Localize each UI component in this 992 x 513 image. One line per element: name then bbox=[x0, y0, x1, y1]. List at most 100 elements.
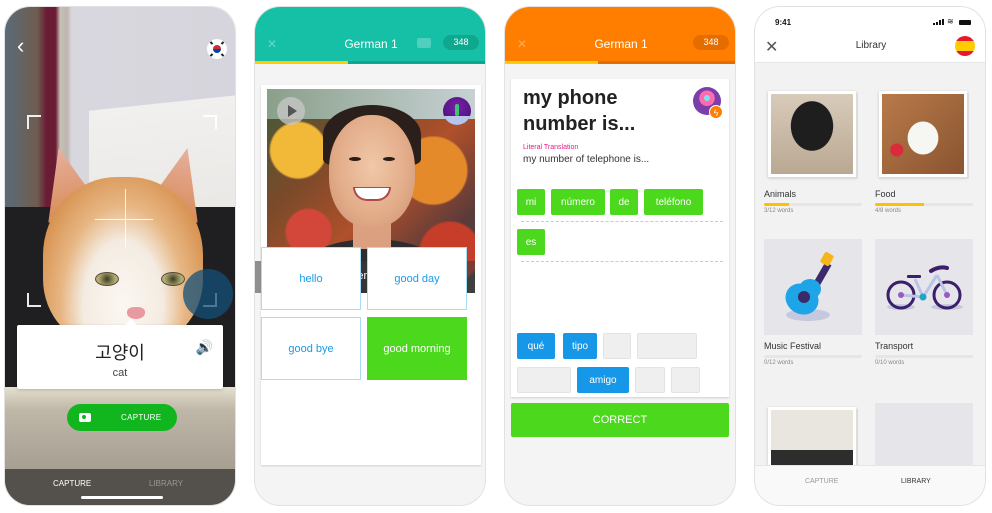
photo-frame bbox=[768, 91, 856, 177]
wifi-icon: ≋ bbox=[947, 17, 954, 26]
lesson-progress-fill bbox=[505, 61, 598, 64]
category-tile[interactable]: Food 4/8 words bbox=[875, 87, 973, 214]
cat-eye bbox=[95, 272, 119, 286]
battery-icon bbox=[959, 20, 971, 25]
word-bank-slot-empty bbox=[603, 333, 631, 359]
status-time: 9:41 bbox=[775, 18, 792, 27]
milk-photo bbox=[882, 94, 964, 174]
category-word-count: 0/12 words bbox=[764, 360, 794, 366]
keyboard-icon[interactable] bbox=[417, 38, 431, 48]
answer-label: good day bbox=[394, 272, 440, 285]
answer-label: hello bbox=[299, 272, 323, 285]
answer-label: good morning bbox=[383, 342, 451, 355]
category-tile[interactable]: Animals 3/12 words bbox=[764, 87, 862, 214]
status-bar: 9:41 ≋ bbox=[755, 7, 985, 33]
crosshair-icon bbox=[95, 219, 153, 220]
trigram-marks bbox=[209, 41, 225, 57]
category-progress-fill bbox=[875, 203, 924, 206]
category-image bbox=[875, 87, 973, 183]
literal-translation-text: my number of telephone is... bbox=[523, 154, 650, 165]
trigram bbox=[220, 41, 225, 45]
cat-nose bbox=[127, 307, 145, 319]
word-bank-chip[interactable]: amigo bbox=[577, 367, 629, 393]
chevron-left-icon[interactable]: ‹ bbox=[17, 35, 24, 57]
tab-capture[interactable]: CAPTURE bbox=[53, 479, 91, 488]
category-word-count: 4/8 words bbox=[875, 208, 902, 214]
tab-library[interactable]: LIBRARY bbox=[149, 479, 183, 488]
lesson-progress-bar bbox=[505, 61, 735, 64]
capture-screen: ‹ 고양이 cat 🔊 CAPTURE CAPTURE LIBRARY bbox=[4, 6, 236, 506]
focus-indicator bbox=[183, 269, 233, 319]
pug-photo bbox=[771, 94, 853, 174]
answer-chip[interactable]: mi bbox=[517, 189, 545, 215]
word-bank-chip[interactable]: tipo bbox=[563, 333, 597, 359]
tab-bar: CAPTURE LIBRARY bbox=[755, 465, 985, 505]
answer-label: good bye bbox=[288, 342, 334, 355]
word-bank-slot-empty bbox=[635, 367, 665, 393]
spain-flag-icon[interactable] bbox=[955, 36, 975, 56]
badge-figure bbox=[455, 104, 459, 116]
cat-head bbox=[43, 177, 203, 347]
word-bank-chip[interactable]: qué bbox=[517, 333, 555, 359]
tab-library[interactable]: LIBRARY bbox=[901, 478, 931, 485]
signal-bar bbox=[936, 22, 938, 25]
category-name: Transport bbox=[875, 341, 914, 351]
capture-button[interactable]: CAPTURE bbox=[67, 404, 177, 431]
page-title: Library bbox=[855, 40, 887, 51]
signal-bar bbox=[942, 19, 944, 25]
trigram bbox=[209, 53, 214, 57]
bicycle-illustration bbox=[875, 239, 973, 335]
video-quiz-screen: ✕ German 1 348 guten tag hello good day … bbox=[254, 6, 486, 506]
bicycle-icon bbox=[886, 265, 963, 310]
play-icon[interactable] bbox=[277, 97, 305, 125]
word-bank-slot-empty bbox=[671, 367, 700, 393]
background-counter bbox=[5, 387, 235, 477]
lesson-progress-bar bbox=[255, 61, 485, 64]
category-name: Music Festival bbox=[764, 341, 822, 351]
cat-eye bbox=[161, 272, 185, 286]
category-progress-fill bbox=[764, 203, 789, 206]
category-progress bbox=[875, 203, 973, 206]
word-bank-slot-empty bbox=[517, 367, 571, 393]
camera-icon bbox=[79, 413, 91, 422]
korea-flag-icon[interactable] bbox=[207, 39, 227, 59]
lightning-icon: ϟ bbox=[709, 105, 723, 119]
answer-chip[interactable]: teléfono bbox=[644, 189, 703, 215]
answer-line bbox=[521, 261, 723, 262]
category-tile[interactable]: Transport 0/10 words bbox=[875, 239, 973, 366]
tab-capture[interactable]: CAPTURE bbox=[805, 478, 838, 485]
phrase-to-translate: my phone number is... bbox=[523, 87, 636, 135]
word-translation: cat bbox=[112, 367, 128, 379]
foreign-word: 고양이 bbox=[95, 343, 145, 364]
speaker-icon[interactable]: 🔊 bbox=[196, 339, 213, 356]
category-progress bbox=[875, 355, 973, 358]
answer-option-selected[interactable]: good morning bbox=[367, 317, 467, 380]
sentence-card: my phone number is... ϟ Literal Translat… bbox=[511, 79, 729, 397]
category-word-count: 0/10 words bbox=[875, 360, 905, 366]
person-eye bbox=[383, 157, 395, 161]
tab-bar: CAPTURE LIBRARY bbox=[5, 469, 235, 505]
person-face bbox=[329, 115, 415, 227]
translation-card: 고양이 cat 🔊 bbox=[17, 319, 223, 389]
answer-chip[interactable]: de bbox=[610, 189, 638, 215]
correct-button[interactable]: CORRECT bbox=[511, 403, 729, 437]
viewfinder-corner bbox=[27, 293, 41, 307]
literal-translation-label: Literal Translation bbox=[523, 144, 579, 151]
answer-option[interactable]: good day bbox=[367, 247, 467, 310]
category-image bbox=[764, 87, 862, 183]
answer-chip[interactable]: es bbox=[517, 229, 545, 255]
viewfinder-corner bbox=[27, 115, 41, 129]
library-screen: 9:41 ≋ ✕ Library Animals 3/12 words Food… bbox=[754, 6, 986, 506]
category-word-count: 3/12 words bbox=[764, 208, 794, 214]
answer-option[interactable]: hello bbox=[261, 247, 361, 310]
points-badge: 348 bbox=[443, 35, 479, 50]
capture-button-label: CAPTURE bbox=[121, 413, 162, 422]
category-tile[interactable]: Music Festival 0/12 words bbox=[764, 239, 862, 366]
answer-chip[interactable]: número bbox=[551, 189, 605, 215]
answer-option[interactable]: good bye bbox=[261, 317, 361, 380]
answer-line bbox=[521, 221, 723, 222]
category-name: Animals bbox=[764, 189, 797, 199]
category-name: Food bbox=[875, 189, 896, 199]
lesson-header: ✕ German 1 348 bbox=[255, 7, 485, 64]
signal-bar bbox=[939, 20, 941, 25]
